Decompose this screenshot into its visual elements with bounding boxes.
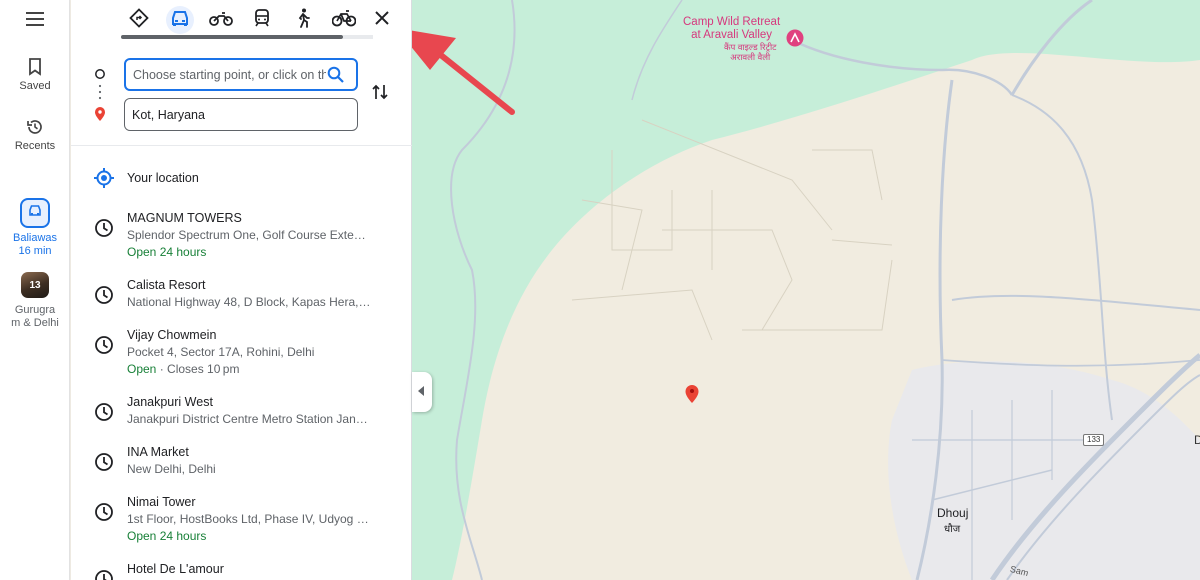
suggestion-address: 1st Floor, HostBooks Ltd, Phase IV, Udyo… xyxy=(127,512,372,526)
history-icon xyxy=(92,500,116,524)
history-icon xyxy=(92,567,116,580)
destination-input[interactable]: Kot, Haryana xyxy=(124,98,358,131)
photo-count-badge: 13 xyxy=(29,279,41,291)
swap-arrows-icon xyxy=(372,84,388,105)
suggestion-address: Pocket 4, Sector 17A, Rohini, Delhi xyxy=(127,345,315,359)
close-directions-button[interactable] xyxy=(371,9,393,31)
suggestion-address: Janakpuri District Centre Metro Station … xyxy=(127,412,368,426)
motorbike-icon xyxy=(209,10,233,31)
town-label[interactable]: Dhouj xyxy=(937,506,968,520)
collapse-panel-button[interactable] xyxy=(412,372,432,412)
menu-button[interactable] xyxy=(0,12,70,30)
suggestion-name: Vijay Chowmein xyxy=(127,328,217,342)
suggestion-hours: Open 24 hours xyxy=(127,529,207,543)
suggestion-name: Calista Resort xyxy=(127,278,206,292)
suggestion-name: Janakpuri West xyxy=(127,395,213,409)
suggestion-name: Nimai Tower xyxy=(127,495,196,509)
mode-cycling[interactable] xyxy=(330,6,358,34)
destination-pin-icon xyxy=(95,107,105,121)
saved-label: Saved xyxy=(19,80,51,92)
walk-icon xyxy=(295,8,311,33)
suggestion-name: Hotel De L'amour xyxy=(127,562,224,576)
bookmark-icon xyxy=(0,58,70,76)
mode-bar-track xyxy=(343,35,373,39)
town-label-hindi: धौज xyxy=(944,524,961,535)
recent-trip-baliawas[interactable]: Baliawas 16 min xyxy=(0,198,70,258)
history-icon xyxy=(92,216,116,240)
recent-place-gurugram[interactable]: 13 Gurugra m & Delhi xyxy=(0,272,70,330)
suggestion-closing-time: · Closes 10 pm xyxy=(156,362,240,376)
close-icon xyxy=(375,10,389,30)
directions-diamond-icon xyxy=(129,7,149,33)
mode-transit[interactable] xyxy=(248,6,276,34)
suggestion-open-status: Open xyxy=(127,362,157,376)
map-canvas[interactable]: Camp Wild Retreat at Aravali Valley कैंप… xyxy=(412,0,1200,580)
suggestion-hours: Open 24 hours xyxy=(127,245,207,259)
car-icon xyxy=(20,198,50,228)
suggestion-name: INA Market xyxy=(127,445,189,459)
recents-label: Recents xyxy=(14,140,56,152)
mode-best-route[interactable] xyxy=(125,6,153,34)
poi-name-line1: Camp Wild Retreat xyxy=(683,16,781,28)
history-icon xyxy=(92,400,116,424)
suggestion-address: New Delhi, Delhi xyxy=(127,462,216,476)
search-icon[interactable] xyxy=(327,66,344,86)
mode-driving[interactable] xyxy=(166,6,194,34)
history-icon xyxy=(0,118,70,136)
travel-mode-bar xyxy=(121,6,381,36)
trip-destination: Baliawas xyxy=(12,232,58,244)
history-icon xyxy=(92,333,116,357)
suggestion-name: Your location xyxy=(127,171,199,185)
panel-divider xyxy=(71,145,412,146)
poi-hindi-line1: कैंप वाइल्ड रिट्रीट xyxy=(724,42,777,52)
edge-map-label: D xyxy=(1194,433,1200,447)
mode-two-wheeler[interactable] xyxy=(207,6,235,34)
my-location-icon xyxy=(92,166,116,190)
suggestion-address: National Highway 48, D Block, Kapas Hera… xyxy=(127,295,372,309)
recents-button[interactable]: Recents xyxy=(0,118,70,152)
place-label-line1: Gurugra xyxy=(14,304,56,316)
place-label-line2: m & Delhi xyxy=(11,317,59,329)
swap-locations-button[interactable] xyxy=(372,83,388,106)
suggestion-address: Splendor Spectrum One, Golf Course Exte… xyxy=(127,228,366,242)
poi-label-hindi: कैंप वाइल्ड रिट्रीट अरावली वैली xyxy=(724,42,776,62)
mode-selection-bar xyxy=(121,35,343,39)
starting-point-placeholder: Choose starting point, or click on th xyxy=(133,67,326,82)
chevron-left-icon xyxy=(418,383,426,401)
trip-duration: 16 min xyxy=(18,245,52,257)
saved-button[interactable]: Saved xyxy=(0,58,70,92)
route-indicator xyxy=(91,66,109,126)
highway-shield: 133 xyxy=(1083,434,1105,446)
start-point-icon xyxy=(95,69,105,79)
menu-icon xyxy=(0,12,70,26)
poi-hindi-line2: अरावली वैली xyxy=(730,52,771,62)
map-graphic xyxy=(412,0,1200,580)
directions-panel: Choose starting point, or click on th Ko… xyxy=(71,0,412,580)
train-icon xyxy=(253,8,271,33)
left-rail: Saved Recents Baliawas 16 min 13 Gurugra… xyxy=(0,0,70,580)
poi-campsite-marker xyxy=(786,29,804,47)
car-icon xyxy=(170,9,190,32)
history-icon xyxy=(92,283,116,307)
poi-name-line2: at Aravali Valley xyxy=(691,29,773,41)
starting-point-input[interactable]: Choose starting point, or click on th xyxy=(124,58,358,91)
destination-value: Kot, Haryana xyxy=(132,107,205,122)
poi-label[interactable]: Camp Wild Retreat at Aravali Valley xyxy=(683,16,780,42)
suggestion-name: MAGNUM TOWERS xyxy=(127,211,242,225)
mode-walking[interactable] xyxy=(289,6,317,34)
place-thumbnail: 13 xyxy=(21,272,49,298)
history-icon xyxy=(92,450,116,474)
bicycle-icon xyxy=(331,9,357,32)
